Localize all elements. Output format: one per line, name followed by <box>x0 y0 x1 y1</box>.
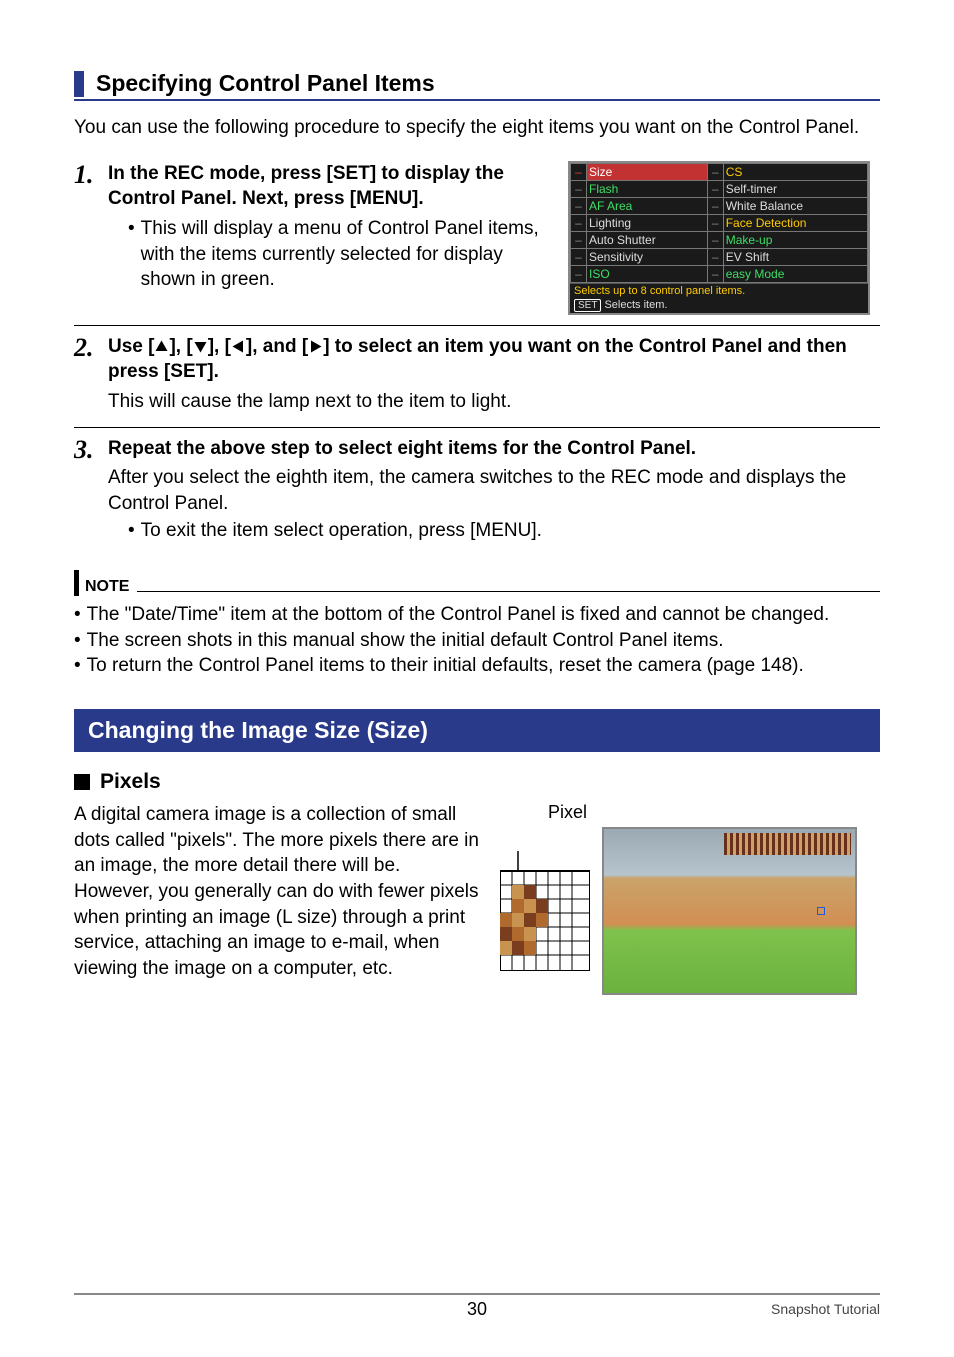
scr-item-whitebalance: White Balance <box>723 197 867 214</box>
step-2-text-mid2: ], [ <box>208 336 231 357</box>
scr-dash-icon: – <box>571 214 587 231</box>
down-arrow-icon <box>193 336 208 357</box>
scr-item-sensitivity: Sensitivity <box>587 248 708 265</box>
scr-dash-icon: – <box>571 248 587 265</box>
pixels-subhead-row: Pixels <box>74 770 880 794</box>
note-list: The "Date/Time" item at the bottom of th… <box>74 602 880 679</box>
note-item: The "Date/Time" item at the bottom of th… <box>74 602 880 628</box>
scr-item-flash: Flash <box>587 180 708 197</box>
scr-item-makeup: Make-up <box>723 231 867 248</box>
step-2-heading: Use [], [], [], and [] to select an item… <box>108 334 870 385</box>
scr-item-selftimer: Self-timer <box>723 180 867 197</box>
step-1-heading: In the REC mode, press [SET] to display … <box>108 161 548 212</box>
photo-pixel-indicator <box>817 907 825 915</box>
screenshot-set-button: SET <box>574 299 601 312</box>
left-arrow-icon <box>231 336 246 357</box>
scr-dash-icon: – <box>707 231 723 248</box>
scr-dash-icon: – <box>707 248 723 265</box>
note-header: NOTE <box>74 570 880 596</box>
scr-item-lighting: Lighting <box>587 214 708 231</box>
note-line <box>137 591 880 592</box>
intro-text: You can use the following procedure to s… <box>74 115 880 141</box>
sample-photo <box>602 827 857 995</box>
note-item-text: To return the Control Panel items to the… <box>87 653 804 679</box>
note-item: The screen shots in this manual show the… <box>74 628 880 654</box>
scr-item-easymode: easy Mode <box>723 265 867 282</box>
screenshot-message-1: Selects up to 8 control panel items. <box>570 283 868 298</box>
step-3-bullet-text: To exit the item select operation, press… <box>141 518 542 544</box>
note-item-text: The screen shots in this manual show the… <box>87 628 724 654</box>
step-3-number: 3. <box>74 436 108 545</box>
step-3-bullet: To exit the item select operation, press… <box>108 518 870 544</box>
scr-dash-icon: – <box>571 180 587 197</box>
step-1-number: 1. <box>74 161 108 315</box>
scr-dash-icon: – <box>707 214 723 231</box>
right-arrow-icon <box>308 336 323 357</box>
scr-dash-icon: – <box>707 197 723 214</box>
scr-dash-icon: – <box>707 163 723 180</box>
scr-item-facedetection: Face Detection <box>723 214 867 231</box>
screenshot-message-2-text: Selects item. <box>604 299 667 311</box>
step-divider <box>74 427 880 428</box>
step-2-text-mid3: ], and [ <box>246 336 308 357</box>
screenshot-message-2: SETSelects item. <box>570 298 868 313</box>
scr-item-autoshutter: Auto Shutter <box>587 231 708 248</box>
note-accent-bar <box>74 570 79 596</box>
note-label: NOTE <box>85 578 129 596</box>
up-arrow-icon <box>154 336 169 357</box>
step-1-bullet-text: This will display a menu of Control Pane… <box>141 216 548 293</box>
step-3-heading: Repeat the above step to select eight it… <box>108 436 870 462</box>
scr-item-size: Size <box>587 163 708 180</box>
pixels-heading: Pixels <box>100 770 161 794</box>
photo-stripes <box>724 833 851 855</box>
step-2-sub: This will cause the lamp next to the ite… <box>108 389 870 415</box>
scr-item-iso: ISO <box>587 265 708 282</box>
step-3-sub: After you select the eighth item, the ca… <box>108 465 870 516</box>
scr-dash-icon: – <box>707 180 723 197</box>
scr-item-evshift: EV Shift <box>723 248 867 265</box>
section-title: Specifying Control Panel Items <box>96 70 435 97</box>
scr-dash-icon: – <box>571 163 587 180</box>
step-1-bullet: This will display a menu of Control Pane… <box>108 216 548 293</box>
step-2-text-pre: Use [ <box>108 336 154 357</box>
note-item-text: The "Date/Time" item at the bottom of th… <box>87 602 830 628</box>
page-number: 30 <box>467 1299 487 1320</box>
note-item: To return the Control Panel items to the… <box>74 653 880 679</box>
footer-right: Snapshot Tutorial <box>771 1301 880 1317</box>
step-2-text-mid1: ], [ <box>169 336 192 357</box>
scr-dash-icon: – <box>571 231 587 248</box>
pixel-grid-diagram <box>500 851 590 971</box>
section-accent-bar <box>74 71 84 97</box>
scr-item-afarea: AF Area <box>587 197 708 214</box>
page-footer: 30 Snapshot Tutorial <box>74 1293 880 1317</box>
scr-dash-icon: – <box>571 197 587 214</box>
screenshot-table: – Size – CS – Flash – Self-timer – <box>570 163 868 283</box>
scr-dash-icon: – <box>707 265 723 282</box>
pixel-label: Pixel <box>548 802 880 823</box>
control-panel-screenshot: – Size – CS – Flash – Self-timer – <box>568 161 870 315</box>
step-divider <box>74 325 880 326</box>
step-2-number: 2. <box>74 334 108 417</box>
scr-dash-icon: – <box>571 265 587 282</box>
section-header: Specifying Control Panel Items <box>74 70 880 101</box>
blue-heading: Changing the Image Size (Size) <box>74 709 880 752</box>
pixels-paragraph: A digital camera image is a collection o… <box>74 802 480 995</box>
scr-item-cs: CS <box>723 163 867 180</box>
square-bullet-icon <box>74 774 90 790</box>
pixel-figure: Pixel <box>500 802 880 995</box>
